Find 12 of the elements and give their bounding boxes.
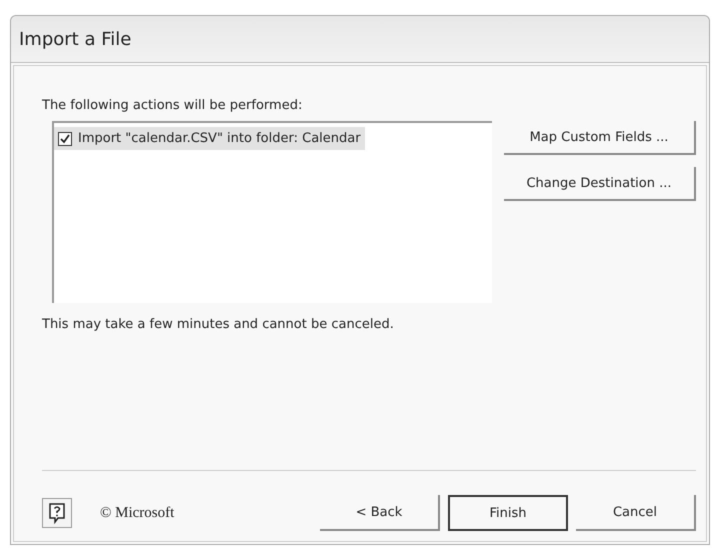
side-button[interactable]: Change Destination ... xyxy=(504,167,696,201)
action-item[interactable]: Import "calendar.CSV" into folder: Calendar xyxy=(54,127,365,150)
checkbox[interactable] xyxy=(58,132,72,146)
copyright-text: © Microsoft xyxy=(100,504,174,522)
dialog-button[interactable]: Finish xyxy=(448,495,568,531)
help-icon[interactable] xyxy=(42,498,72,528)
actions-label: The following actions will be performed: xyxy=(42,98,304,113)
dialog-button[interactable]: Cancel xyxy=(576,495,696,531)
window-title: Import a File xyxy=(19,28,132,50)
note-text: This may take a few minutes and cannot be canceled. xyxy=(42,317,395,332)
dialog-button[interactable]: < Back xyxy=(320,495,440,531)
side-button[interactable]: Map Custom Fields ... xyxy=(504,121,696,155)
